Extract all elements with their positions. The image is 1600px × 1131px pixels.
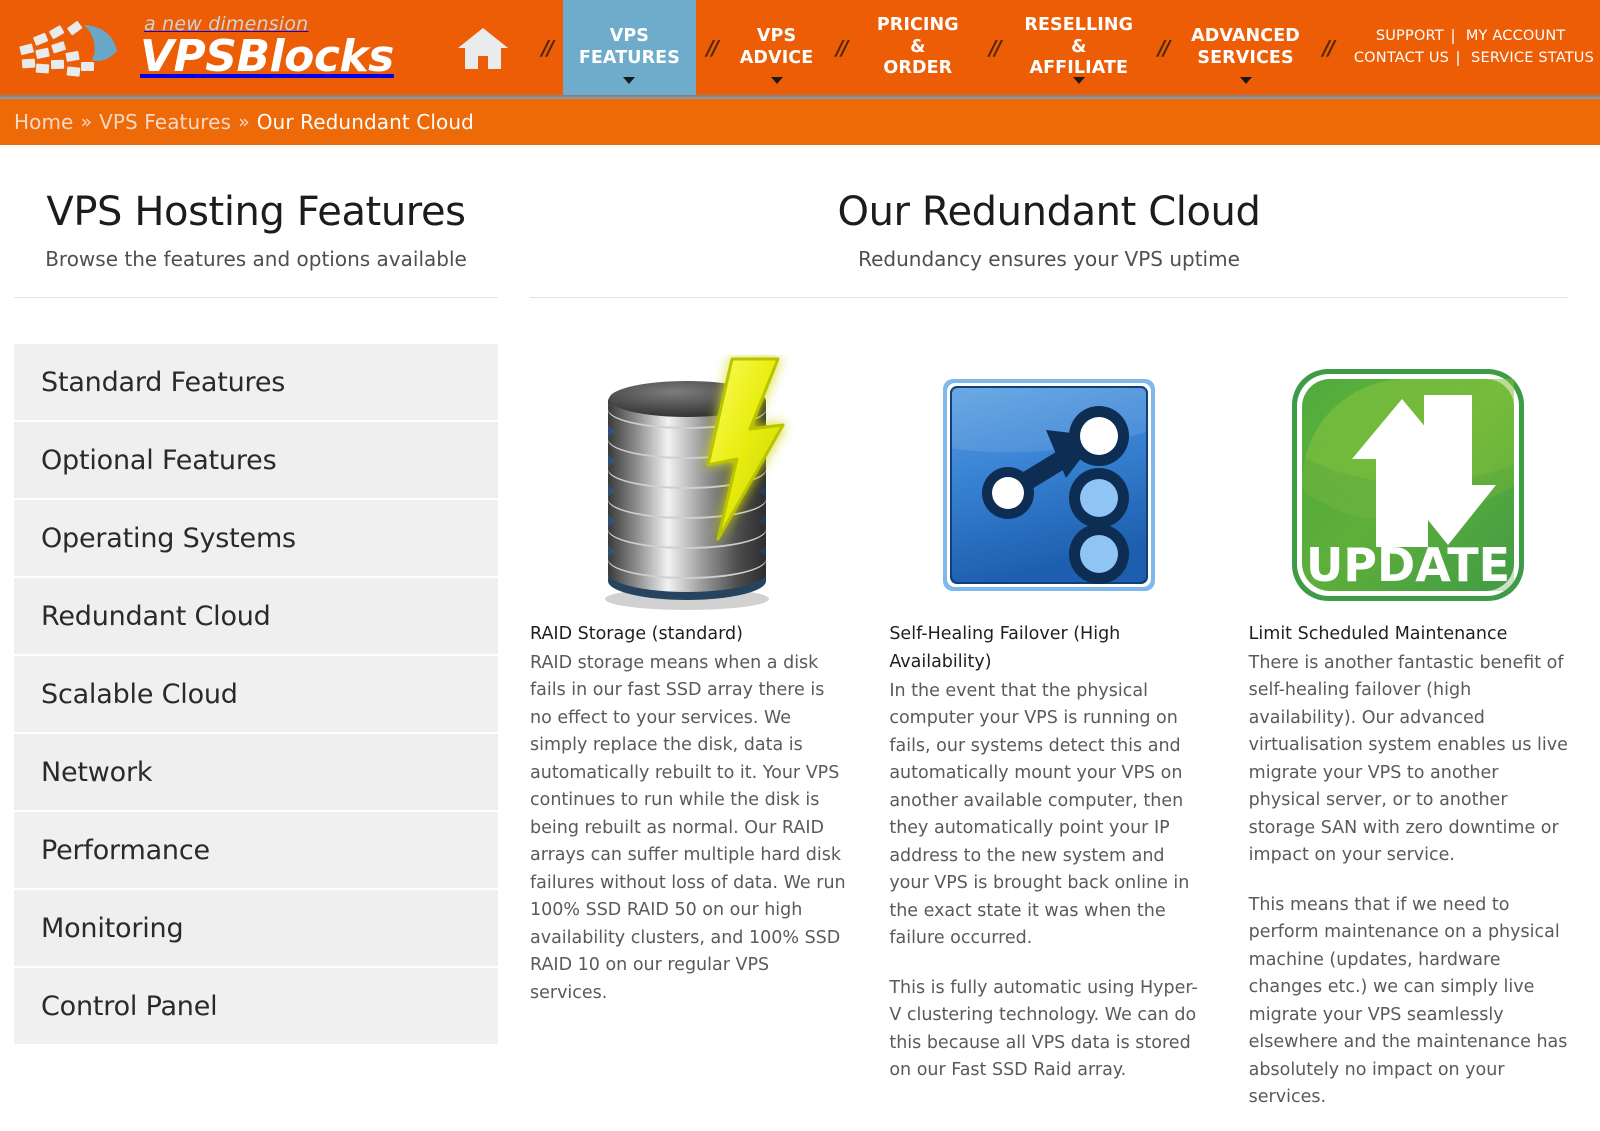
sidebar-item-operating-systems[interactable]: Operating Systems	[14, 500, 498, 578]
chevron-down-icon	[770, 77, 783, 84]
site-logo[interactable]: a new dimension VPSBlocks	[0, 0, 435, 95]
card-limit-scheduled-maintenance: UPDATE Limit Scheduled Maintenance There…	[1249, 350, 1568, 1112]
util-divider	[1451, 29, 1454, 45]
page-body: VPS Hosting Features Browse the features…	[0, 145, 1600, 1112]
nav-item-label: RESELLING & AFFILIATE	[1024, 14, 1134, 79]
nav-separator-icon: //	[989, 35, 1002, 60]
card-paragraph: There is another fantastic benefit of se…	[1248, 653, 1568, 866]
nav-item-advanced-services[interactable]: ADVANCED SERVICES	[1179, 0, 1312, 95]
sidebar-item-performance[interactable]: Performance	[14, 812, 498, 890]
nav-item-home[interactable]	[435, 0, 531, 95]
nav-item-pricing-order[interactable]: PRICING & ORDER	[857, 0, 978, 95]
breadcrumb: Home » VPS Features » Our Redundant Clou…	[0, 99, 1600, 145]
card-title: RAID Storage (standard)	[530, 624, 743, 644]
sidebar-item-control-panel[interactable]: Control Panel	[14, 968, 498, 1046]
site-header: a new dimension VPSBlocks // VPS FEATURE…	[0, 0, 1600, 95]
sidebar-menu: Standard Features Optional Features Oper…	[14, 344, 498, 1046]
card-figure	[889, 350, 1208, 620]
util-link-contact-us[interactable]: CONTACT US	[1346, 48, 1455, 70]
nav-separator-icon: //	[835, 35, 849, 60]
card-body: There is another fantastic benefit of se…	[1249, 650, 1568, 1112]
update-icon-label: UPDATE	[1306, 538, 1510, 592]
sidebar-item-network[interactable]: Network	[14, 734, 498, 812]
nav-separator-icon: //	[541, 35, 555, 60]
card-body: In the event that the physical computer …	[889, 678, 1208, 1085]
nav-item-vps-features[interactable]: VPS FEATURES	[562, 0, 696, 95]
failover-arrow-nodes-icon	[938, 374, 1160, 596]
page-title: Our Redundant Cloud	[837, 189, 1261, 235]
util-link-support[interactable]: SUPPORT	[1346, 26, 1450, 48]
card-body: RAID storage means when a disk fails in …	[530, 650, 849, 1007]
card-self-healing-failover: Self-Healing Failover (High Availability…	[889, 350, 1248, 1112]
breadcrumb-item-current: Our Redundant Cloud	[256, 110, 474, 134]
chevron-down-icon	[1072, 77, 1085, 84]
sidebar-item-standard-features[interactable]: Standard Features	[14, 344, 498, 422]
disk-stack-lightning-icon	[582, 355, 797, 615]
utility-links: SUPPORT MY ACCOUNT CONTACT US SERVICE ST…	[1344, 0, 1600, 95]
sidebar-subtitle: Browse the features and options availabl…	[45, 247, 467, 271]
main-navigation: // VPS FEATURES // VPS ADVICE // PRICING…	[435, 0, 1600, 95]
breadcrumb-item-vps-features[interactable]: VPS Features	[99, 110, 231, 134]
chevron-down-icon	[623, 77, 636, 84]
sidebar: VPS Hosting Features Browse the features…	[0, 151, 512, 1112]
sidebar-item-scalable-cloud[interactable]: Scalable Cloud	[14, 656, 498, 734]
breadcrumb-separator-icon: »	[238, 111, 250, 133]
nav-item-vps-advice[interactable]: VPS ADVICE	[728, 0, 826, 95]
card-paragraph: This is fully automatic using Hyper-V cl…	[889, 977, 1198, 1081]
nav-item-label: VPS ADVICE	[739, 25, 814, 68]
page-subtitle: Redundancy ensures your VPS uptime	[858, 247, 1240, 271]
nav-separator-icon: //	[706, 35, 720, 60]
sidebar-item-monitoring[interactable]: Monitoring	[14, 890, 498, 968]
breadcrumb-item-home[interactable]: Home	[14, 110, 73, 134]
main-content: Our Redundant Cloud Redundancy ensures y…	[512, 151, 1600, 1112]
update-arrows-icon: UPDATE	[1288, 365, 1528, 605]
util-link-my-account[interactable]: MY ACCOUNT	[1456, 26, 1584, 48]
breadcrumb-separator-icon: »	[80, 111, 93, 133]
card-figure: UPDATE	[1249, 350, 1568, 620]
card-raid-storage: RAID Storage (standard) RAID storage mea…	[530, 350, 889, 1112]
logo-mark-icon	[18, 19, 136, 81]
card-title: Self-Healing Failover (High Availability…	[889, 624, 1121, 672]
sidebar-divider	[14, 297, 498, 298]
chevron-down-icon	[1239, 77, 1252, 84]
logo-wordmark: VPSBlocks	[140, 30, 394, 82]
card-paragraph: This means that if we need to perform ma…	[1248, 894, 1568, 1108]
nav-separator-icon: //	[1157, 35, 1171, 60]
nav-item-label: VPS FEATURES	[578, 25, 680, 68]
home-icon	[457, 26, 509, 70]
sidebar-title: VPS Hosting Features	[46, 189, 466, 235]
feature-cards: RAID Storage (standard) RAID storage mea…	[530, 350, 1568, 1112]
card-figure	[530, 350, 849, 620]
nav-item-label: PRICING & ORDER	[876, 14, 959, 79]
nav-item-reselling-affiliate[interactable]: RESELLING & AFFILIATE	[1010, 0, 1147, 95]
card-paragraph: In the event that the physical computer …	[889, 681, 1190, 949]
sidebar-item-redundant-cloud[interactable]: Redundant Cloud	[14, 578, 498, 656]
sidebar-item-optional-features[interactable]: Optional Features	[14, 422, 498, 500]
nav-separator-icon: //	[1322, 35, 1336, 60]
util-divider	[1457, 50, 1460, 66]
nav-item-label: ADVANCED SERVICES	[1191, 25, 1300, 68]
util-link-service-status[interactable]: SERVICE STATUS	[1461, 48, 1594, 70]
card-title: Limit Scheduled Maintenance	[1248, 624, 1508, 644]
content-divider	[530, 297, 1568, 298]
card-paragraph: RAID storage means when a disk fails in …	[530, 653, 846, 1003]
